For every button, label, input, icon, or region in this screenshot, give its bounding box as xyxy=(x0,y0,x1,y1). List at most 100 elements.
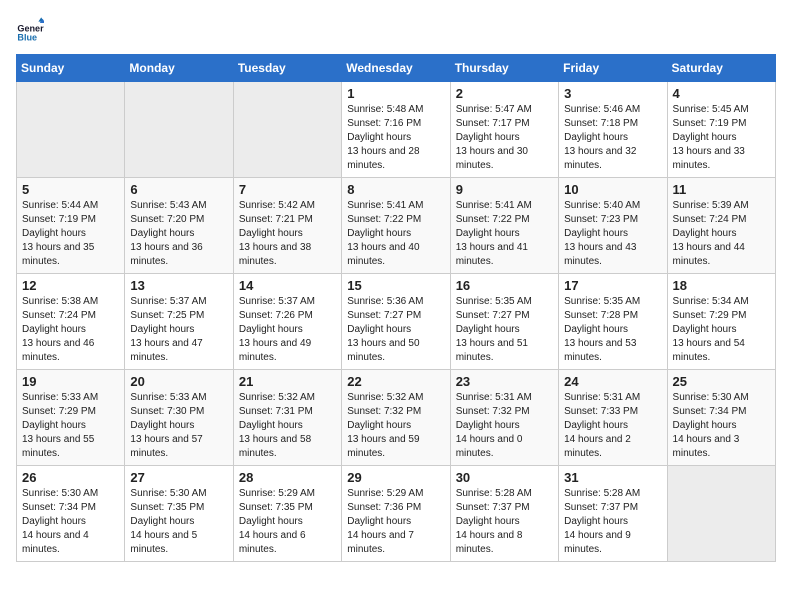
sunrise-label: Sunrise: 5:30 AM xyxy=(673,392,749,403)
day-info: Sunrise: 5:48 AM Sunset: 7:16 PM Dayligh… xyxy=(347,103,444,173)
daylight-label: Daylight hours xyxy=(130,420,194,431)
logo-icon: General Blue xyxy=(16,16,44,44)
calendar-cell xyxy=(17,82,125,178)
sunset-label: Sunset: 7:34 PM xyxy=(673,406,747,417)
daylight-label: Daylight hours xyxy=(239,228,303,239)
sunset-label: Sunset: 7:37 PM xyxy=(456,502,530,513)
calendar-cell: 24 Sunrise: 5:31 AM Sunset: 7:33 PM Dayl… xyxy=(559,370,667,466)
daylight-value: 14 hours and 7 minutes. xyxy=(347,530,414,555)
sunrise-label: Sunrise: 5:35 AM xyxy=(564,296,640,307)
day-info: Sunrise: 5:36 AM Sunset: 7:27 PM Dayligh… xyxy=(347,295,444,365)
daylight-label: Daylight hours xyxy=(22,228,86,239)
sunrise-label: Sunrise: 5:28 AM xyxy=(456,488,532,499)
daylight-label: Daylight hours xyxy=(22,516,86,527)
calendar-cell: 30 Sunrise: 5:28 AM Sunset: 7:37 PM Dayl… xyxy=(450,466,558,562)
day-number: 24 xyxy=(564,374,661,389)
sunrise-label: Sunrise: 5:37 AM xyxy=(130,296,206,307)
day-number: 21 xyxy=(239,374,336,389)
calendar-cell: 17 Sunrise: 5:35 AM Sunset: 7:28 PM Dayl… xyxy=(559,274,667,370)
daylight-value: 13 hours and 40 minutes. xyxy=(347,242,419,267)
sunrise-label: Sunrise: 5:42 AM xyxy=(239,200,315,211)
calendar-cell: 23 Sunrise: 5:31 AM Sunset: 7:32 PM Dayl… xyxy=(450,370,558,466)
day-number: 10 xyxy=(564,182,661,197)
day-info: Sunrise: 5:28 AM Sunset: 7:37 PM Dayligh… xyxy=(456,487,553,557)
day-number: 2 xyxy=(456,86,553,101)
daylight-value: 14 hours and 9 minutes. xyxy=(564,530,631,555)
daylight-value: 13 hours and 28 minutes. xyxy=(347,146,419,171)
col-header-sunday: Sunday xyxy=(17,55,125,82)
day-number: 15 xyxy=(347,278,444,293)
col-header-friday: Friday xyxy=(559,55,667,82)
day-info: Sunrise: 5:38 AM Sunset: 7:24 PM Dayligh… xyxy=(22,295,119,365)
day-number: 3 xyxy=(564,86,661,101)
sunrise-label: Sunrise: 5:39 AM xyxy=(673,200,749,211)
day-number: 6 xyxy=(130,182,227,197)
day-info: Sunrise: 5:35 AM Sunset: 7:27 PM Dayligh… xyxy=(456,295,553,365)
daylight-value: 14 hours and 5 minutes. xyxy=(130,530,197,555)
sunset-label: Sunset: 7:22 PM xyxy=(456,214,530,225)
sunrise-label: Sunrise: 5:45 AM xyxy=(673,104,749,115)
calendar-cell: 22 Sunrise: 5:32 AM Sunset: 7:32 PM Dayl… xyxy=(342,370,450,466)
calendar-cell: 19 Sunrise: 5:33 AM Sunset: 7:29 PM Dayl… xyxy=(17,370,125,466)
calendar-cell: 10 Sunrise: 5:40 AM Sunset: 7:23 PM Dayl… xyxy=(559,178,667,274)
sunrise-label: Sunrise: 5:31 AM xyxy=(564,392,640,403)
sunset-label: Sunset: 7:24 PM xyxy=(22,310,96,321)
calendar-cell: 29 Sunrise: 5:29 AM Sunset: 7:36 PM Dayl… xyxy=(342,466,450,562)
daylight-label: Daylight hours xyxy=(130,228,194,239)
logo: General Blue xyxy=(16,16,50,44)
daylight-label: Daylight hours xyxy=(564,420,628,431)
calendar-cell: 11 Sunrise: 5:39 AM Sunset: 7:24 PM Dayl… xyxy=(667,178,775,274)
sunrise-label: Sunrise: 5:29 AM xyxy=(239,488,315,499)
day-number: 12 xyxy=(22,278,119,293)
daylight-label: Daylight hours xyxy=(673,132,737,143)
sunset-label: Sunset: 7:17 PM xyxy=(456,118,530,129)
sunset-label: Sunset: 7:32 PM xyxy=(456,406,530,417)
calendar-cell: 28 Sunrise: 5:29 AM Sunset: 7:35 PM Dayl… xyxy=(233,466,341,562)
daylight-value: 13 hours and 44 minutes. xyxy=(673,242,745,267)
day-number: 29 xyxy=(347,470,444,485)
day-number: 26 xyxy=(22,470,119,485)
day-number: 5 xyxy=(22,182,119,197)
day-number: 14 xyxy=(239,278,336,293)
calendar-cell: 8 Sunrise: 5:41 AM Sunset: 7:22 PM Dayli… xyxy=(342,178,450,274)
sunrise-label: Sunrise: 5:30 AM xyxy=(22,488,98,499)
day-info: Sunrise: 5:30 AM Sunset: 7:34 PM Dayligh… xyxy=(22,487,119,557)
day-info: Sunrise: 5:42 AM Sunset: 7:21 PM Dayligh… xyxy=(239,199,336,269)
week-row-4: 19 Sunrise: 5:33 AM Sunset: 7:29 PM Dayl… xyxy=(17,370,776,466)
daylight-label: Daylight hours xyxy=(239,516,303,527)
day-number: 11 xyxy=(673,182,770,197)
sunset-label: Sunset: 7:19 PM xyxy=(673,118,747,129)
sunrise-label: Sunrise: 5:41 AM xyxy=(347,200,423,211)
sunset-label: Sunset: 7:33 PM xyxy=(564,406,638,417)
daylight-value: 13 hours and 57 minutes. xyxy=(130,434,202,459)
sunrise-label: Sunrise: 5:44 AM xyxy=(22,200,98,211)
daylight-value: 13 hours and 35 minutes. xyxy=(22,242,94,267)
calendar-cell: 7 Sunrise: 5:42 AM Sunset: 7:21 PM Dayli… xyxy=(233,178,341,274)
page-header: General Blue xyxy=(16,16,776,44)
calendar-cell: 12 Sunrise: 5:38 AM Sunset: 7:24 PM Dayl… xyxy=(17,274,125,370)
sunset-label: Sunset: 7:25 PM xyxy=(130,310,204,321)
calendar-cell: 25 Sunrise: 5:30 AM Sunset: 7:34 PM Dayl… xyxy=(667,370,775,466)
calendar-cell: 31 Sunrise: 5:28 AM Sunset: 7:37 PM Dayl… xyxy=(559,466,667,562)
sunset-label: Sunset: 7:16 PM xyxy=(347,118,421,129)
col-header-tuesday: Tuesday xyxy=(233,55,341,82)
calendar-cell: 5 Sunrise: 5:44 AM Sunset: 7:19 PM Dayli… xyxy=(17,178,125,274)
calendar-cell: 26 Sunrise: 5:30 AM Sunset: 7:34 PM Dayl… xyxy=(17,466,125,562)
week-row-5: 26 Sunrise: 5:30 AM Sunset: 7:34 PM Dayl… xyxy=(17,466,776,562)
sunrise-label: Sunrise: 5:31 AM xyxy=(456,392,532,403)
sunset-label: Sunset: 7:18 PM xyxy=(564,118,638,129)
sunrise-label: Sunrise: 5:28 AM xyxy=(564,488,640,499)
day-number: 18 xyxy=(673,278,770,293)
day-info: Sunrise: 5:41 AM Sunset: 7:22 PM Dayligh… xyxy=(347,199,444,269)
daylight-label: Daylight hours xyxy=(347,516,411,527)
week-row-3: 12 Sunrise: 5:38 AM Sunset: 7:24 PM Dayl… xyxy=(17,274,776,370)
sunrise-label: Sunrise: 5:46 AM xyxy=(564,104,640,115)
daylight-label: Daylight hours xyxy=(564,324,628,335)
day-number: 19 xyxy=(22,374,119,389)
day-info: Sunrise: 5:46 AM Sunset: 7:18 PM Dayligh… xyxy=(564,103,661,173)
sunset-label: Sunset: 7:20 PM xyxy=(130,214,204,225)
daylight-label: Daylight hours xyxy=(347,132,411,143)
calendar-cell: 6 Sunrise: 5:43 AM Sunset: 7:20 PM Dayli… xyxy=(125,178,233,274)
day-info: Sunrise: 5:29 AM Sunset: 7:36 PM Dayligh… xyxy=(347,487,444,557)
calendar-cell: 27 Sunrise: 5:30 AM Sunset: 7:35 PM Dayl… xyxy=(125,466,233,562)
